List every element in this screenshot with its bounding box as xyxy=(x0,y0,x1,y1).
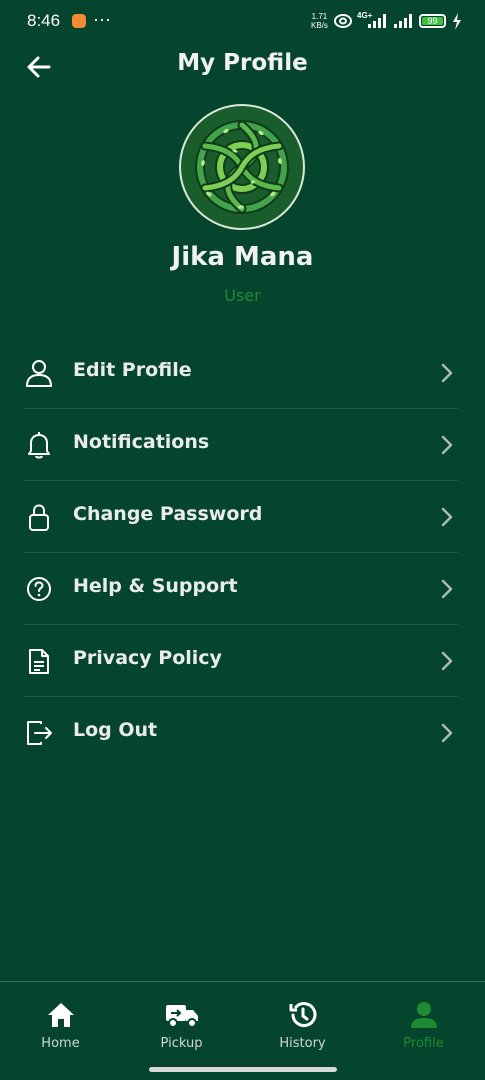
link-icon xyxy=(334,14,352,28)
truck-icon xyxy=(165,1005,198,1028)
user-icon xyxy=(26,360,52,387)
nav-label-profile: Profile xyxy=(403,1036,444,1051)
nav-label-home: Home xyxy=(41,1036,80,1051)
chevron-right-icon xyxy=(441,651,453,671)
menu-label-help-support: Help & Support xyxy=(73,575,238,597)
charging-icon xyxy=(453,13,461,30)
menu-label-notifications: Notifications xyxy=(73,431,210,453)
chevron-right-icon xyxy=(441,579,453,599)
network-speed-unit: KB/s xyxy=(311,21,328,30)
menu-item-notifications[interactable]: Notifications xyxy=(24,409,458,481)
home-icon xyxy=(47,1003,74,1027)
logout-icon xyxy=(27,721,52,745)
bell-icon xyxy=(28,432,50,459)
menu-item-change-password[interactable]: Change Password xyxy=(24,481,458,553)
chevron-right-icon xyxy=(441,435,453,455)
network-speed: 1.71 KB/s xyxy=(311,12,328,30)
signal-icon xyxy=(368,14,386,28)
app-notification-icon xyxy=(72,14,86,28)
more-notifications-icon: ··· xyxy=(93,9,111,29)
network-speed-value: 1.71 xyxy=(311,12,328,21)
menu-label-change-password: Change Password xyxy=(73,503,263,525)
help-icon xyxy=(27,577,51,601)
avatar xyxy=(179,104,305,230)
chevron-right-icon xyxy=(441,507,453,527)
signal-icon-2 xyxy=(394,14,412,28)
bottom-nav: Home Pickup History Profile xyxy=(0,981,485,1080)
menu-label-edit-profile: Edit Profile xyxy=(73,359,192,381)
battery-level: 99 xyxy=(422,17,443,26)
document-icon xyxy=(29,649,49,674)
nav-history[interactable]: History xyxy=(242,1000,363,1060)
nav-home[interactable]: Home xyxy=(0,1000,121,1060)
nav-profile[interactable]: Profile xyxy=(363,1000,484,1060)
header: My Profile xyxy=(0,42,485,92)
user-name: Jika Mana xyxy=(171,242,314,272)
user-role: User xyxy=(224,286,261,305)
menu-item-privacy-policy[interactable]: Privacy Policy xyxy=(24,625,458,697)
menu-item-help-support[interactable]: Help & Support xyxy=(24,553,458,625)
chevron-right-icon xyxy=(441,363,453,383)
status-bar: 8:46 ··· 1.71 KB/s 4G+ 99 xyxy=(0,0,485,42)
menu-label-privacy-policy: Privacy Policy xyxy=(73,647,222,669)
celtic-knot-logo-icon xyxy=(182,107,302,227)
status-time: 8:46 xyxy=(27,11,61,30)
history-icon xyxy=(289,1002,316,1028)
battery-icon: 99 xyxy=(419,14,446,28)
menu-item-log-out[interactable]: Log Out xyxy=(24,697,458,768)
nav-pickup[interactable]: Pickup xyxy=(121,1000,242,1060)
nav-label-pickup: Pickup xyxy=(160,1036,203,1051)
home-indicator[interactable] xyxy=(149,1067,337,1072)
profile-icon xyxy=(410,1002,437,1028)
menu-item-edit-profile[interactable]: Edit Profile xyxy=(24,337,458,409)
profile-menu: Edit Profile Notifications Change Passwo… xyxy=(24,337,458,768)
page-title: My Profile xyxy=(177,50,308,76)
chevron-right-icon xyxy=(441,723,453,743)
lock-icon xyxy=(29,504,49,531)
menu-label-log-out: Log Out xyxy=(73,719,158,741)
nav-label-history: History xyxy=(279,1036,326,1051)
